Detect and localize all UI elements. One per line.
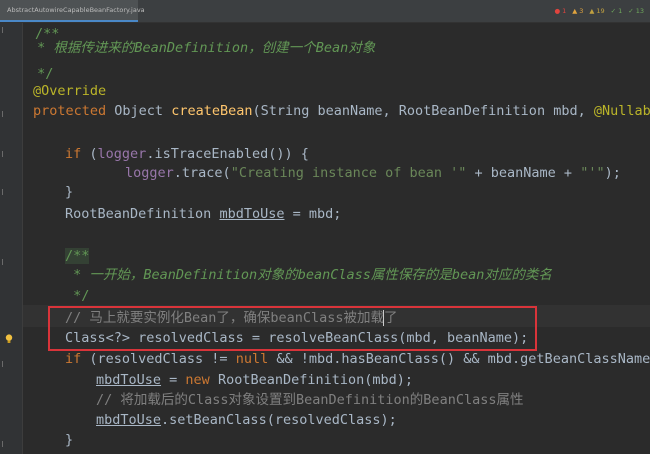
typo-icon: ✓	[610, 7, 617, 15]
lightbulb-icon[interactable]	[5, 334, 13, 344]
code-line: RootBeanDefinition mbdToUse = mbd;	[65, 206, 342, 222]
code-line: logger.trace("Creating instance of bean …	[125, 165, 621, 181]
check-count[interactable]: ✓ 13	[628, 5, 644, 17]
code-line: // 将加载后的Class对象设置到BeanDefinition的BeanCla…	[96, 392, 524, 408]
weak-warning-count[interactable]: ▲ 19	[589, 5, 604, 17]
code-line: }	[65, 432, 74, 448]
editor-tab-bar: AbstractAutowireCapableBeanFactory.java …	[0, 0, 650, 23]
code-line: * 根据传进来的BeanDefinition，创建一个Bean对象	[29, 40, 376, 56]
weak-warning-icon: ▲	[589, 7, 595, 15]
fold-marker[interactable]	[2, 361, 9, 367]
fold-marker[interactable]	[2, 27, 9, 33]
code-line: protected Object createBean(String beanN…	[33, 103, 650, 119]
fold-marker[interactable]	[2, 111, 9, 117]
warning-icon: ▲	[572, 7, 578, 15]
file-tab[interactable]: AbstractAutowireCapableBeanFactory.java	[0, 0, 145, 22]
file-tab-label: AbstractAutowireCapableBeanFactory.java	[7, 6, 145, 14]
fold-marker[interactable]	[2, 151, 9, 157]
fold-marker[interactable]	[2, 189, 9, 195]
error-icon: ●	[554, 7, 561, 15]
fold-marker[interactable]	[2, 441, 9, 447]
line-gutter[interactable]	[0, 23, 23, 454]
code-line: if (resolvedClass != null && !mbd.hasBea…	[65, 351, 650, 367]
code-line: * 一开始，BeanDefinition对象的beanClass属性保存的是be…	[65, 267, 552, 283]
code-line: mbdToUse = new RootBeanDefinition(mbd);	[96, 372, 414, 388]
warning-count[interactable]: ▲ 3	[572, 5, 583, 17]
typo-count[interactable]: ✓ 1	[611, 5, 623, 17]
code-editor[interactable]: /** * 根据传进来的BeanDefinition，创建一个Bean对象 */…	[23, 23, 650, 454]
fold-marker[interactable]	[2, 259, 9, 265]
red-highlight-box	[48, 306, 537, 351]
error-count[interactable]: ● 1	[554, 5, 566, 17]
code-line: @Override	[33, 83, 107, 99]
code-line: mbdToUse.setBeanClass(resolvedClass);	[96, 412, 397, 428]
check-icon: ✓	[628, 7, 634, 15]
inspection-widget[interactable]: ● 1 ▲ 3 ▲ 19 ✓ 1 ✓ 13	[554, 5, 644, 17]
code-line: */	[65, 288, 90, 304]
code-line: }	[65, 184, 74, 200]
